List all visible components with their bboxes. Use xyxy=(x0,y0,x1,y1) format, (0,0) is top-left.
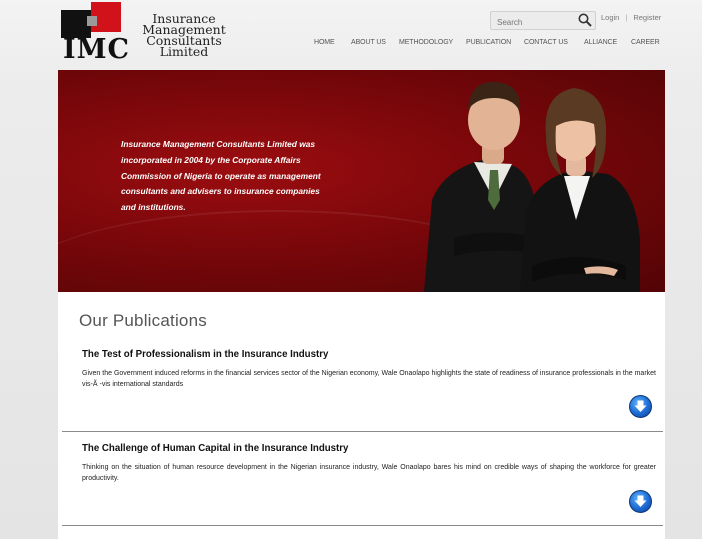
hero-description: Insurance Management Consultants Limited… xyxy=(121,137,341,216)
download-arrow-icon[interactable] xyxy=(629,395,652,418)
hero-line: consultants and advisers to insurance co… xyxy=(121,186,320,197)
divider xyxy=(62,431,663,432)
publication-title[interactable]: The Challenge of Human Capital in the In… xyxy=(82,443,656,454)
publication-item: The Test of Professionalism in the Insur… xyxy=(82,349,656,390)
nav-about-us[interactable]: ABOUT US xyxy=(351,39,386,46)
download-arrow-icon[interactable] xyxy=(629,490,652,513)
publication-item: The Challenge of Human Capital in the In… xyxy=(82,443,656,484)
publication-title[interactable]: The Test of Professionalism in the Insur… xyxy=(82,349,656,360)
site-header: IMC Insurance Management Consultants Lim… xyxy=(58,0,665,70)
nav-methodology[interactable]: METHODOLOGY xyxy=(399,39,453,46)
hero-line: Commission of Nigeria to operate as mana… xyxy=(121,170,321,181)
business-people-photo xyxy=(424,81,640,292)
hero-line: and institutions. xyxy=(121,202,186,213)
nav-career[interactable]: CAREER xyxy=(631,39,660,46)
login-link[interactable]: Login xyxy=(601,13,619,22)
search-input[interactable] xyxy=(491,14,575,31)
hero-line: Insurance Management Consultants Limited… xyxy=(121,139,316,149)
account-links: Login | Register xyxy=(601,13,661,22)
search-box xyxy=(490,11,596,31)
nav-alliance[interactable]: ALLIANCE xyxy=(584,39,617,46)
imc-logo[interactable]: IMC Insurance Management Consultants Lim… xyxy=(61,2,226,66)
nav-home[interactable]: HOME xyxy=(314,39,335,46)
publications-section: Our Publications The Test of Professiona… xyxy=(58,292,665,539)
logo-grey-square xyxy=(87,16,97,26)
logo-initials: IMC xyxy=(63,34,131,65)
nav-contact-us[interactable]: CONTACT US xyxy=(524,39,568,46)
section-title: Our Publications xyxy=(79,311,207,330)
logo-company-name: Insurance Management Consultants Limited xyxy=(129,12,239,58)
register-link[interactable]: Register xyxy=(633,13,661,22)
nav-publication[interactable]: PUBLICATION xyxy=(466,39,511,46)
divider xyxy=(62,525,663,526)
link-separator: | xyxy=(625,13,628,22)
search-icon[interactable] xyxy=(577,12,593,28)
publication-summary: Given the Government induced reforms in … xyxy=(82,370,656,388)
hero-banner: Insurance Management Consultants Limited… xyxy=(58,70,665,292)
hero-line: incorporated in 2004 by the Corporate Af… xyxy=(121,154,301,165)
page: IMC Insurance Management Consultants Lim… xyxy=(58,0,665,539)
publication-summary: Thinking on the situation of human resou… xyxy=(82,464,656,482)
